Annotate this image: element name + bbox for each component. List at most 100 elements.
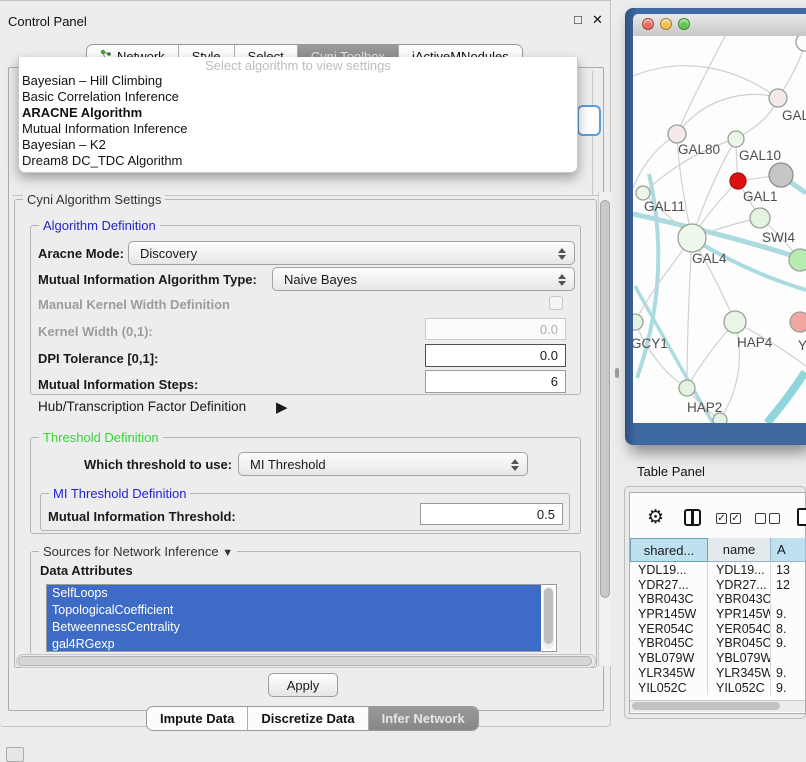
list-item[interactable]: SelfLoops bbox=[47, 585, 541, 602]
split-pane-handle[interactable] bbox=[615, 368, 619, 378]
aracne-mode-combobox[interactable]: Discovery bbox=[128, 241, 575, 265]
node-gcy1[interactable] bbox=[633, 314, 643, 330]
data-attributes-label: Data Attributes bbox=[40, 563, 133, 578]
cyni-algorithm-settings-title: Cyni Algorithm Settings bbox=[23, 192, 165, 207]
mi-type-combobox[interactable]: Naive Bayes bbox=[272, 267, 575, 291]
dropdown-item[interactable]: Bayesian – Hill Climbing bbox=[19, 73, 577, 89]
collapsed-panel-icon[interactable] bbox=[6, 747, 24, 762]
table-row[interactable]: YPR145WYPR145W9. bbox=[630, 607, 806, 622]
network-window-titlebar[interactable] bbox=[633, 14, 806, 37]
node[interactable] bbox=[796, 36, 806, 51]
node-gal80[interactable] bbox=[668, 125, 686, 143]
node-label: HAP4 bbox=[737, 335, 772, 350]
cell: YPR145W bbox=[630, 607, 708, 622]
node-gal[interactable] bbox=[769, 89, 787, 107]
minimize-traffic-light-icon[interactable] bbox=[660, 18, 672, 30]
settings-vertical-scrollbar-thumb[interactable] bbox=[600, 200, 610, 598]
float-window-icon[interactable]: □ bbox=[574, 12, 582, 27]
cell bbox=[771, 592, 806, 607]
cell: 9. bbox=[771, 681, 806, 696]
table-row[interactable]: YBR043CYBR043C bbox=[630, 592, 806, 607]
column-view-icon[interactable] bbox=[684, 509, 701, 526]
tab-infer-network-label: Infer Network bbox=[382, 711, 465, 726]
tab-infer-network[interactable]: Infer Network bbox=[368, 707, 478, 730]
collapse-arrow-icon[interactable]: ▼ bbox=[222, 547, 233, 559]
cell: YER054C bbox=[630, 622, 708, 637]
dropdown-prompt[interactable]: Select algorithm to view settings bbox=[19, 57, 577, 73]
cell: 13 bbox=[771, 563, 806, 578]
node-swi4[interactable] bbox=[789, 249, 806, 271]
node-label: GCY1 bbox=[633, 336, 668, 351]
table-row[interactable]: YDL19...YDL19...13 bbox=[630, 563, 806, 578]
network-canvas[interactable]: GAL GAL80 GAL10 GAL11 GAL1 SWI4 GAL4 GCY… bbox=[633, 36, 806, 423]
table-horizontal-scrollbar-thumb[interactable] bbox=[632, 702, 780, 710]
list-scrollbar[interactable] bbox=[543, 587, 554, 649]
list-item[interactable]: TopologicalCoefficient bbox=[47, 602, 541, 619]
table-row[interactable]: YIL052CYIL052C9. bbox=[630, 681, 806, 696]
column-header-name[interactable]: name bbox=[708, 538, 771, 562]
cell: YBR045C bbox=[630, 636, 708, 651]
dropdown-item-selected[interactable]: ARACNE Algorithm bbox=[19, 105, 577, 121]
tab-impute-data-label: Impute Data bbox=[160, 711, 234, 726]
gear-icon[interactable]: ⚙ bbox=[647, 506, 664, 528]
node-gal10[interactable] bbox=[728, 131, 744, 147]
close-traffic-light-icon[interactable] bbox=[642, 18, 654, 30]
dropdown-item[interactable]: Dream8 DC_TDC Algorithm bbox=[19, 153, 577, 169]
zoom-traffic-light-icon[interactable] bbox=[678, 18, 690, 30]
node-y[interactable] bbox=[790, 312, 806, 332]
tab-discretize-data[interactable]: Discretize Data bbox=[247, 707, 367, 730]
table-rows: YDL19...YDL19...13 YDR27...YDR27...12 YB… bbox=[630, 563, 806, 700]
dpi-tolerance-field[interactable]: 0.0 bbox=[425, 344, 566, 367]
node-gal1[interactable] bbox=[750, 208, 770, 228]
list-item[interactable]: gal4RGexp bbox=[47, 636, 541, 652]
node-hap4[interactable] bbox=[724, 311, 746, 333]
node-label: Y bbox=[798, 338, 806, 353]
column-header-shared-name[interactable]: shared... bbox=[630, 538, 708, 562]
node-gal11[interactable] bbox=[636, 186, 650, 200]
data-attributes-list[interactable]: SelfLoops TopologicalCoefficient Between… bbox=[46, 584, 557, 652]
dropdown-item[interactable]: Mutual Information Inference bbox=[19, 121, 577, 137]
cell: YDL19... bbox=[630, 563, 708, 578]
which-threshold-label: Which threshold to use: bbox=[84, 457, 232, 472]
select-all-checkbox-icon[interactable]: ✓ bbox=[716, 513, 727, 524]
cell: YLR345W bbox=[630, 666, 708, 681]
cell: YBR043C bbox=[630, 592, 708, 607]
which-threshold-combobox[interactable]: MI Threshold bbox=[238, 452, 528, 476]
manual-kernel-checkbox bbox=[549, 296, 563, 310]
table-row[interactable]: YER054CYER054C8. bbox=[630, 622, 806, 637]
deselect-all-checkbox-icon[interactable] bbox=[769, 513, 780, 524]
spinner-arrows-icon bbox=[558, 247, 566, 261]
column-header-partial[interactable]: A bbox=[771, 538, 806, 562]
node-gal4[interactable] bbox=[678, 224, 706, 252]
node-hap2[interactable] bbox=[679, 380, 695, 396]
cell: YIL052C bbox=[708, 681, 771, 696]
cell: YLR345W bbox=[708, 666, 771, 681]
table-row[interactable]: YDR27...YDR27...12 bbox=[630, 578, 806, 593]
hub-section-label: Hub/Transcription Factor Definition bbox=[38, 399, 246, 414]
dropdown-item[interactable]: Bayesian – K2 bbox=[19, 137, 577, 153]
table-row[interactable]: YBR045CYBR045C9. bbox=[630, 636, 806, 651]
mi-threshold-field[interactable]: 0.5 bbox=[420, 503, 563, 525]
deselect-all-checkbox-icon[interactable] bbox=[755, 513, 766, 524]
node-gray[interactable] bbox=[769, 163, 793, 187]
cell: YIL052C bbox=[630, 681, 708, 696]
settings-horizontal-scrollbar-thumb[interactable] bbox=[18, 656, 592, 666]
node-red-selected[interactable] bbox=[730, 173, 746, 189]
algorithm-combobox-fragment[interactable] bbox=[577, 105, 601, 136]
expand-arrow-icon[interactable]: ▶ bbox=[276, 398, 288, 416]
cell: YER054C bbox=[708, 622, 771, 637]
dropdown-item[interactable]: Basic Correlation Inference bbox=[19, 89, 577, 105]
sources-group-title: Sources for Network Inference ▼ bbox=[39, 544, 237, 559]
spinner-arrows-icon bbox=[511, 458, 519, 472]
document-icon[interactable] bbox=[797, 508, 806, 526]
mi-steps-field[interactable]: 6 bbox=[425, 370, 566, 393]
apply-button[interactable]: Apply bbox=[268, 673, 338, 697]
table-row[interactable]: YLR345WYLR345W9. bbox=[630, 666, 806, 681]
list-item[interactable]: BetweennessCentrality bbox=[47, 619, 541, 636]
cell: YDR27... bbox=[708, 578, 771, 593]
node-label: SWI4 bbox=[762, 230, 795, 245]
tab-impute-data[interactable]: Impute Data bbox=[147, 707, 247, 730]
close-window-icon[interactable]: ✕ bbox=[592, 12, 603, 28]
table-row[interactable]: YBL079WYBL079W bbox=[630, 651, 806, 666]
select-all-checkbox-icon[interactable]: ✓ bbox=[730, 513, 741, 524]
